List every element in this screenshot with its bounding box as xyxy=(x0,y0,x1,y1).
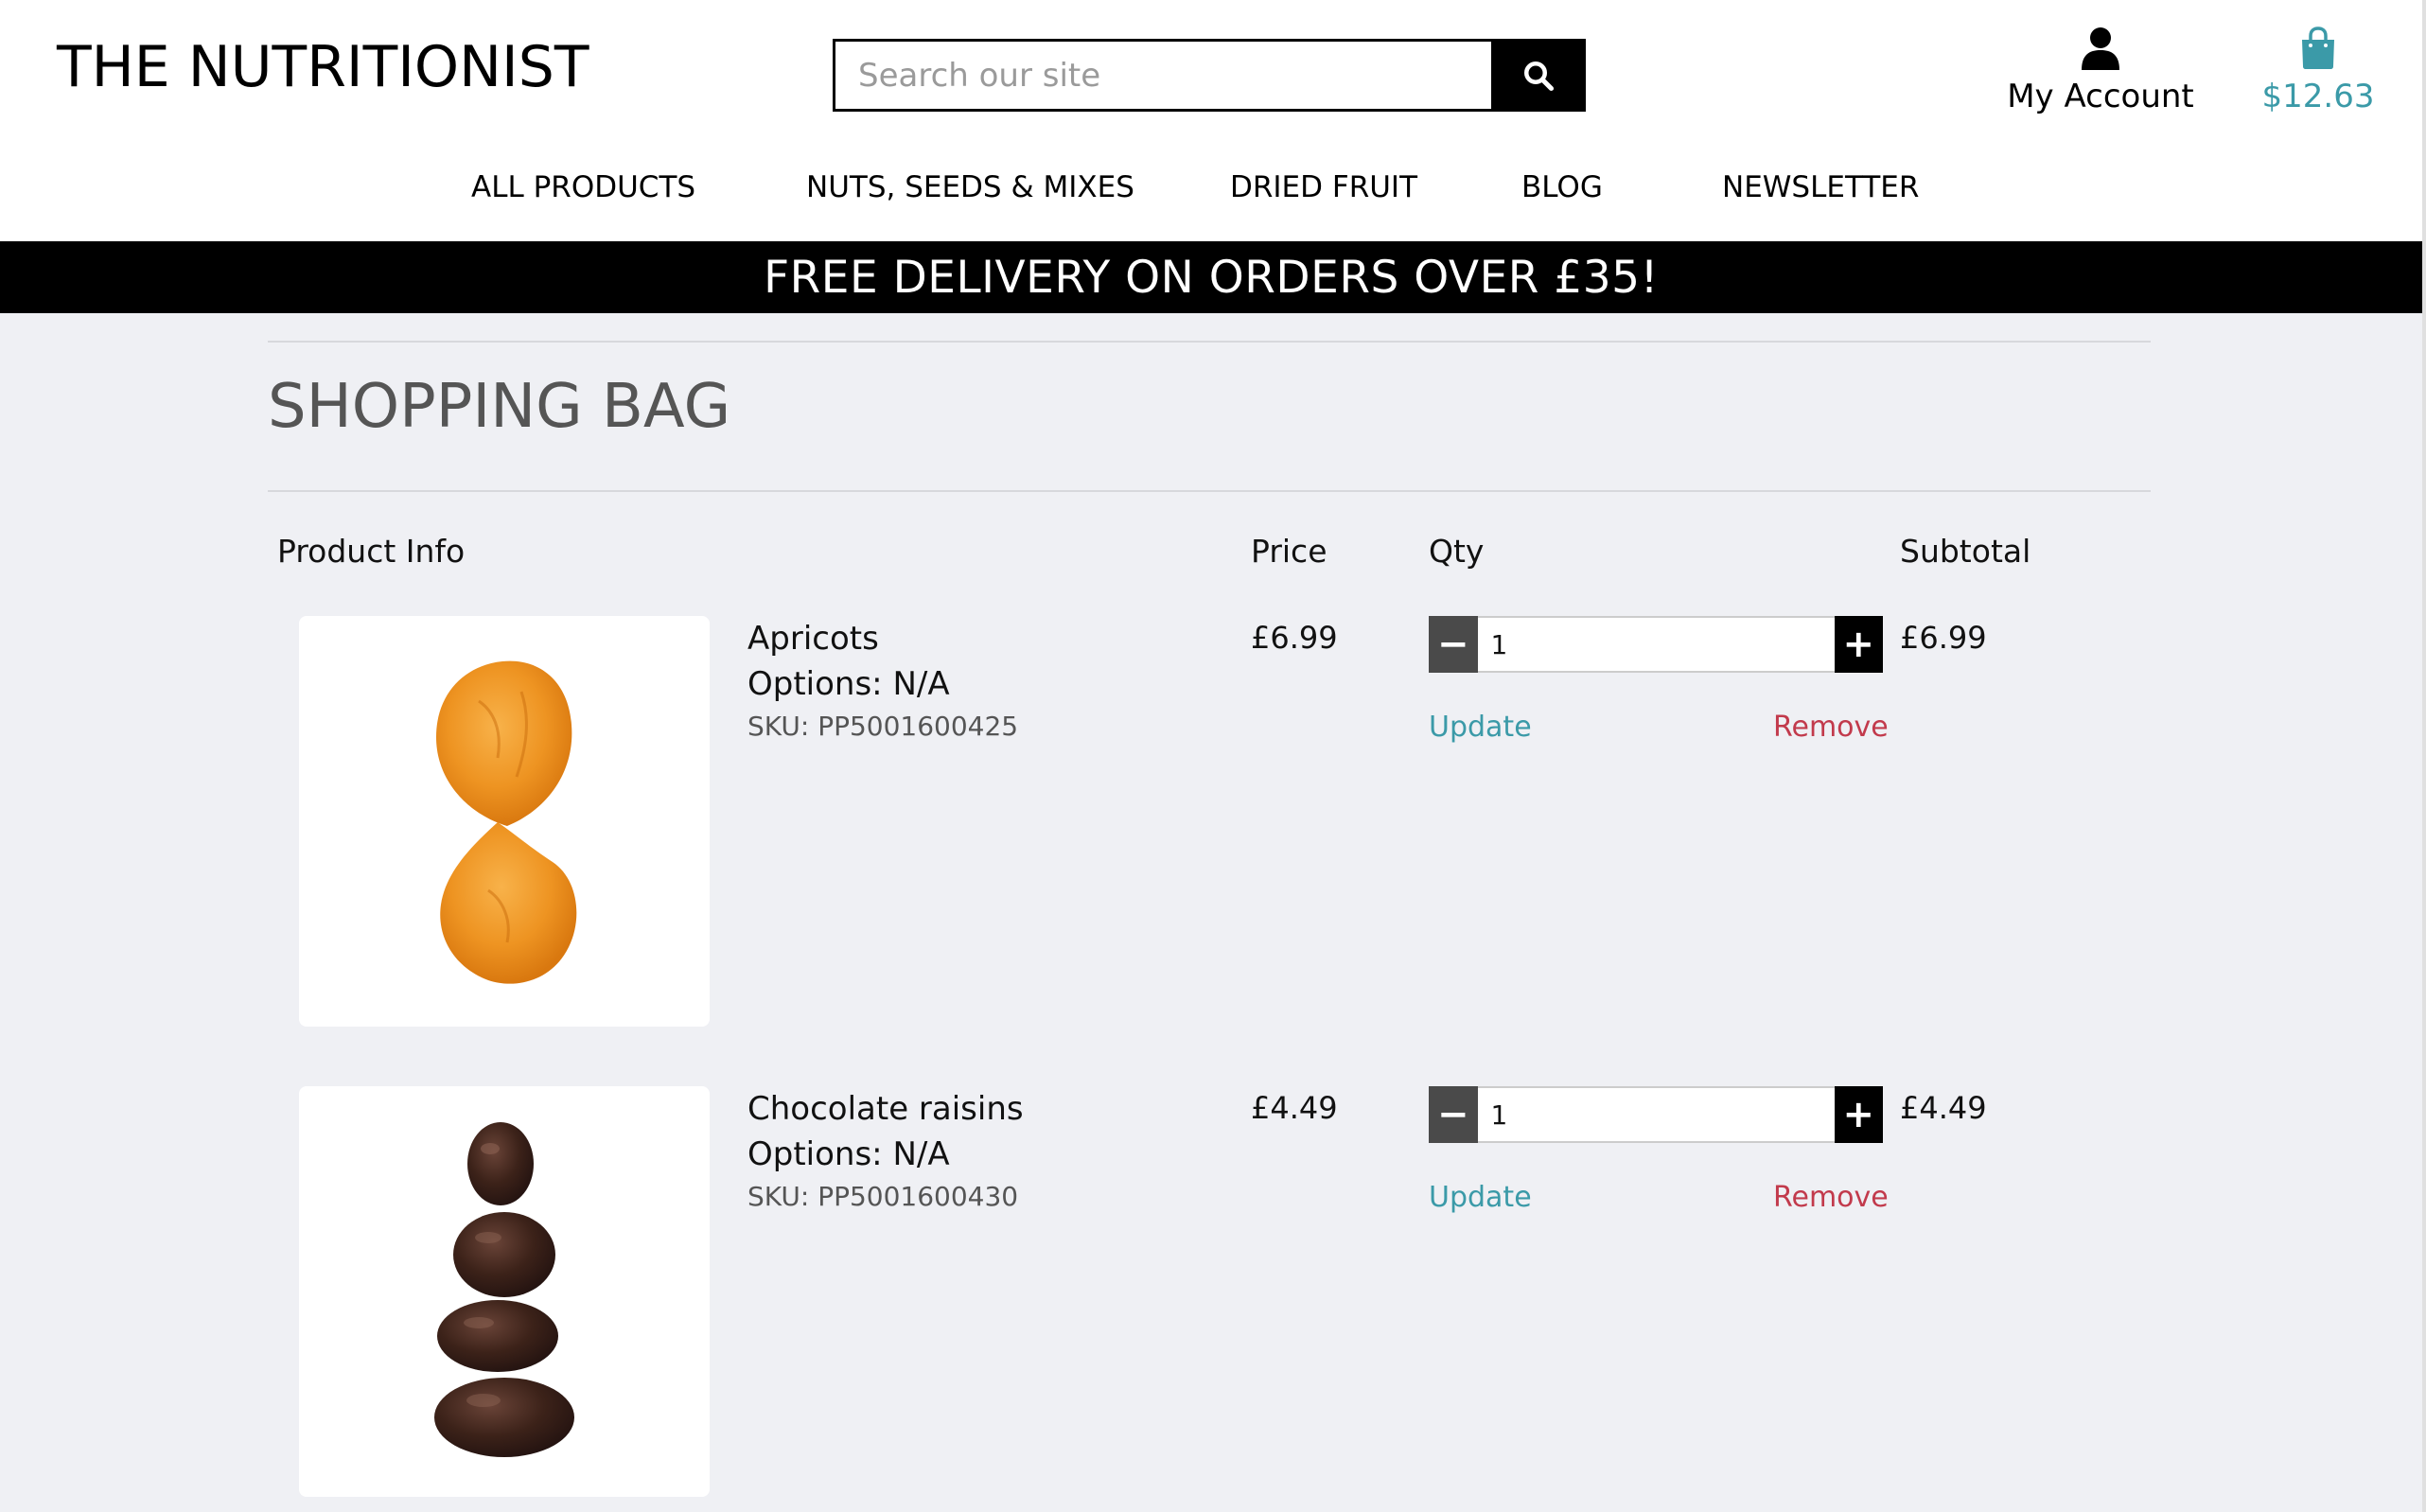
product-name[interactable]: Chocolate raisins xyxy=(747,1090,1024,1128)
cart-total: $12.63 xyxy=(2261,78,2375,115)
product-subtotal: £4.49 xyxy=(1900,1090,1987,1126)
product-image-apricots xyxy=(299,616,710,1027)
plus-icon: + xyxy=(1842,623,1874,666)
quantity-stepper: − + xyxy=(1429,616,1883,673)
divider xyxy=(268,341,2151,343)
product-sku: SKU: PP5001600425 xyxy=(747,711,1019,742)
column-header-product-info: Product Info xyxy=(277,533,466,570)
increase-qty-button[interactable]: + xyxy=(1834,616,1883,673)
search-button[interactable] xyxy=(1491,39,1586,112)
nav-nuts-seeds-mixes[interactable]: NUTS, SEEDS & MIXES xyxy=(806,170,1134,204)
qty-input[interactable] xyxy=(1477,616,1835,673)
nav-newsletter[interactable]: NEWSLETTER xyxy=(1722,170,1919,204)
my-account-link[interactable]: My Account xyxy=(1996,26,2205,121)
product-price: £4.49 xyxy=(1251,1090,1338,1126)
page: THE NUTRITIONIST My Account xyxy=(0,0,2426,1512)
remove-link[interactable]: Remove xyxy=(1773,1181,1889,1214)
product-image-chocolate-raisins xyxy=(299,1086,710,1497)
site-header: THE NUTRITIONIST My Account xyxy=(0,0,2422,241)
quantity-stepper: − + xyxy=(1429,1086,1883,1143)
nav-all-products[interactable]: ALL PRODUCTS xyxy=(471,170,695,204)
column-header-qty: Qty xyxy=(1429,533,1485,570)
decrease-qty-button[interactable]: − xyxy=(1429,616,1478,673)
update-link[interactable]: Update xyxy=(1429,1181,1532,1214)
scrollbar[interactable] xyxy=(2422,0,2426,1512)
minus-icon: − xyxy=(1436,1093,1469,1136)
product-price: £6.99 xyxy=(1251,620,1338,656)
main-nav: ALL PRODUCTS NUTS, SEEDS & MIXES DRIED F… xyxy=(0,170,2422,208)
nav-dried-fruit[interactable]: DRIED FRUIT xyxy=(1230,170,1417,204)
user-icon xyxy=(2082,27,2119,70)
page-title: SHOPPING BAG xyxy=(268,372,731,442)
delivery-banner: FREE DELIVERY ON ORDERS OVER £35! xyxy=(0,241,2422,313)
nav-blog[interactable]: BLOG xyxy=(1521,170,1603,204)
shopping-bag-section: SHOPPING BAG Product Info Price Qty Subt… xyxy=(0,313,2422,1512)
cart-link[interactable]: $12.63 xyxy=(2261,26,2375,121)
my-account-label: My Account xyxy=(2007,78,2194,115)
site-logo[interactable]: THE NUTRITIONIST xyxy=(57,34,589,100)
product-subtotal: £6.99 xyxy=(1900,620,1987,656)
shopping-bag-icon xyxy=(2302,26,2334,69)
remove-link[interactable]: Remove xyxy=(1773,711,1889,744)
product-options: Options: N/A xyxy=(747,665,950,703)
product-name[interactable]: Apricots xyxy=(747,620,879,658)
qty-input[interactable] xyxy=(1477,1086,1835,1143)
increase-qty-button[interactable]: + xyxy=(1834,1086,1883,1143)
column-header-price: Price xyxy=(1251,533,1327,570)
bag-item: Chocolate raisins Options: N/A SKU: PP50… xyxy=(0,1086,2422,1503)
search-icon xyxy=(1524,61,1555,91)
search-input[interactable] xyxy=(833,39,1491,112)
product-sku: SKU: PP5001600430 xyxy=(747,1181,1019,1212)
decrease-qty-button[interactable]: − xyxy=(1429,1086,1478,1143)
product-options: Options: N/A xyxy=(747,1135,950,1173)
divider xyxy=(268,490,2151,492)
plus-icon: + xyxy=(1842,1093,1874,1136)
search-form xyxy=(833,39,1586,112)
column-header-subtotal: Subtotal xyxy=(1900,533,2031,570)
delivery-banner-text: FREE DELIVERY ON ORDERS OVER £35! xyxy=(764,251,1659,304)
minus-icon: − xyxy=(1436,623,1469,666)
update-link[interactable]: Update xyxy=(1429,711,1532,744)
bag-item: Apricots Options: N/A SKU: PP5001600425 … xyxy=(0,616,2422,1032)
